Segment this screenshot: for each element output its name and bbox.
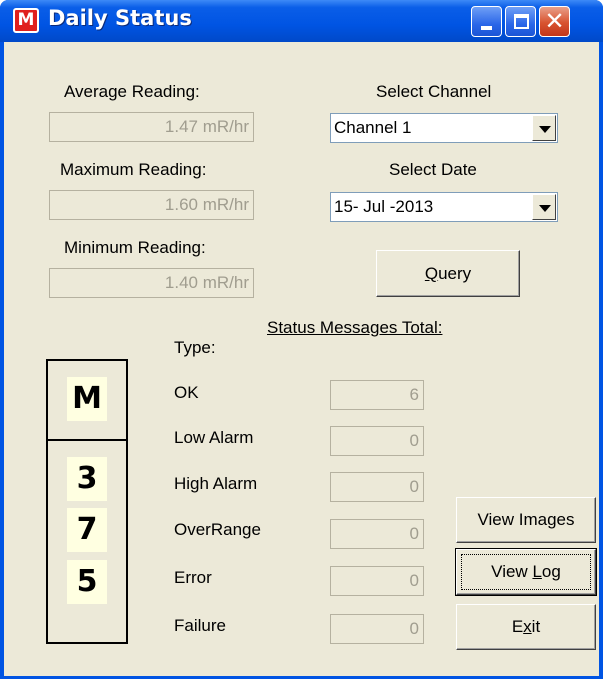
code-divider xyxy=(48,439,126,441)
daily-status-window: M Daily Status ✕ Average Reading: 1.47 m… xyxy=(0,0,603,679)
maximum-reading-field: 1.60 mR/hr xyxy=(49,190,254,220)
view-log-label-end: og xyxy=(541,562,561,581)
status-messages-total-label: Status Messages Total: xyxy=(267,318,443,337)
chevron-down-icon xyxy=(539,205,551,212)
minimum-reading-field: 1.40 mR/hr xyxy=(49,268,254,298)
close-icon: ✕ xyxy=(544,7,565,35)
query-mnemonic: Q xyxy=(424,264,439,283)
code-letter: M xyxy=(67,377,107,421)
date-dropdown-button[interactable] xyxy=(532,194,556,220)
code-digit-3: 5 xyxy=(67,560,107,604)
query-button[interactable]: Query xyxy=(376,250,520,297)
maximum-reading-label: Maximum Reading: xyxy=(60,160,207,179)
status-count-error: 0 xyxy=(330,566,424,596)
title-bar[interactable]: M Daily Status ✕ xyxy=(0,0,603,42)
average-reading-label: Average Reading: xyxy=(64,82,200,101)
code-digit-1: 3 xyxy=(67,457,107,501)
status-count-failure: 0 xyxy=(330,614,424,644)
code-digit-2: 7 xyxy=(67,508,107,552)
view-log-label-start: View xyxy=(491,562,533,581)
channel-dropdown-button[interactable] xyxy=(532,115,556,141)
date-select[interactable]: 15- Jul -2013 xyxy=(330,192,558,222)
date-select-value: 15- Jul -2013 xyxy=(334,197,434,216)
type-label: Type: xyxy=(174,338,216,357)
maximize-button[interactable] xyxy=(505,6,536,37)
average-reading-field: 1.47 mR/hr xyxy=(49,112,254,142)
status-code-display: M 3 7 5 xyxy=(46,359,128,644)
exit-mnemonic: x xyxy=(523,617,532,636)
status-count-ok: 6 xyxy=(330,380,424,410)
status-type-ok: OK xyxy=(174,383,199,402)
client-area: Average Reading: 1.47 mR/hr Maximum Read… xyxy=(4,42,599,676)
query-label: uery xyxy=(438,264,472,283)
minimum-reading-label: Minimum Reading: xyxy=(64,238,206,257)
window-title: Daily Status xyxy=(48,6,192,30)
channel-select-value: Channel 1 xyxy=(334,118,412,137)
status-count-low-alarm: 0 xyxy=(330,426,424,456)
chevron-down-icon xyxy=(539,126,551,133)
maximize-icon xyxy=(514,14,529,29)
status-type-high-alarm: High Alarm xyxy=(174,474,258,493)
view-log-mnemonic: L xyxy=(532,562,542,581)
exit-label-start: E xyxy=(511,617,524,636)
status-type-failure: Failure xyxy=(174,616,226,635)
minimize-icon xyxy=(481,26,492,30)
channel-select[interactable]: Channel 1 xyxy=(330,113,558,143)
status-count-overrange: 0 xyxy=(330,519,424,549)
select-channel-label: Select Channel xyxy=(376,82,492,101)
exit-label-end: it xyxy=(531,617,541,636)
status-type-overrange: OverRange xyxy=(174,520,261,539)
status-type-low-alarm: Low Alarm xyxy=(174,428,254,447)
status-type-error: Error xyxy=(174,568,212,587)
status-count-high-alarm: 0 xyxy=(330,472,424,502)
minimize-button[interactable] xyxy=(471,6,502,37)
app-icon: M xyxy=(13,8,39,33)
select-date-label: Select Date xyxy=(389,160,477,179)
close-button[interactable]: ✕ xyxy=(539,6,570,37)
exit-button[interactable]: Exit xyxy=(456,604,596,650)
view-images-button[interactable]: View Images xyxy=(456,497,596,543)
view-log-button[interactable]: View Log xyxy=(455,548,597,596)
